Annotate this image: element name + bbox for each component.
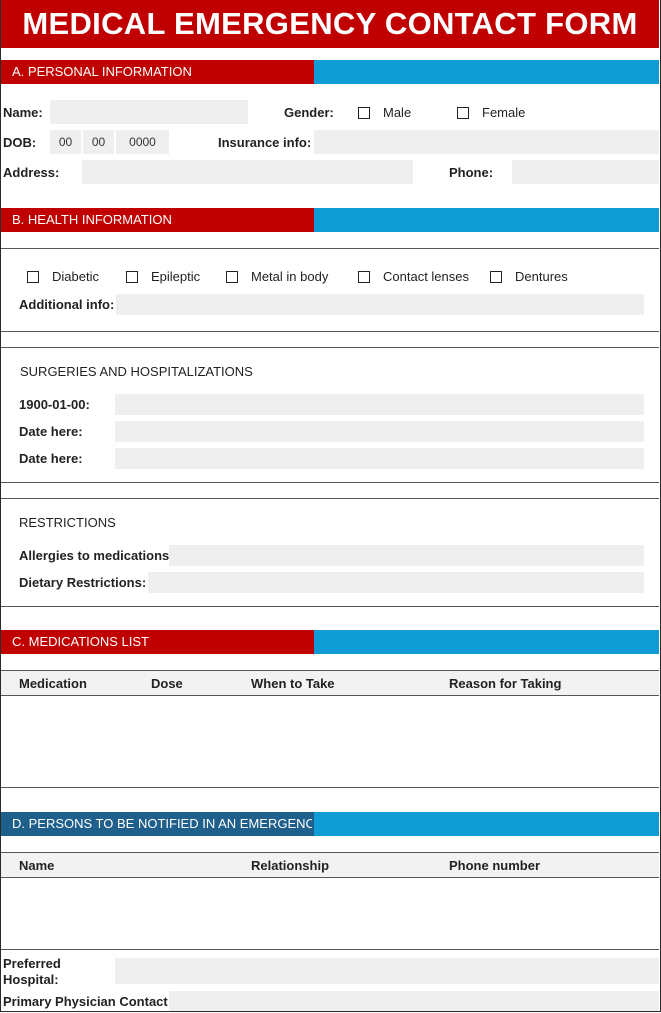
dob-year-value: 0000 (129, 135, 156, 149)
physician-field[interactable] (169, 991, 659, 1011)
section-a-header: A. PERSONAL INFORMATION (1, 60, 314, 84)
divider (1, 248, 659, 249)
section-b-header: B. HEALTH INFORMATION (1, 208, 314, 232)
name-label: Name: (3, 105, 43, 120)
condition-label: Contact lenses (383, 269, 469, 284)
section-c-accent (314, 630, 659, 654)
dietary-field[interactable] (148, 572, 644, 593)
hospital-label: Preferred Hospital: (3, 956, 61, 988)
condition-label: Metal in body (251, 269, 329, 284)
phone-field[interactable] (512, 160, 659, 184)
physician-label: Primary Physician Contact (3, 994, 168, 1009)
surgery-date-label: 1900-01-00: (19, 397, 90, 412)
gender-label: Gender: (284, 105, 334, 120)
male-checkbox[interactable] (358, 107, 370, 119)
section-d-title: D. PERSONS TO BE NOTIFIED IN AN EMERGENC (12, 816, 312, 831)
persons-table-header: Name Relationship Phone number (1, 852, 659, 878)
medications-table-body[interactable] (1, 696, 659, 787)
divider (1, 498, 659, 499)
column-header: Medication (19, 676, 87, 691)
section-a-title: A. PERSONAL INFORMATION (12, 64, 192, 79)
section-d-header: D. PERSONS TO BE NOTIFIED IN AN EMERGENC (1, 812, 314, 836)
dob-label: DOB: (3, 135, 37, 150)
section-c-header: C. MEDICATIONS LIST (1, 630, 314, 654)
additional-info-field[interactable] (116, 294, 644, 315)
address-label: Address: (3, 165, 60, 180)
allergies-label: Allergies to medications (19, 548, 169, 563)
hospital-field[interactable] (115, 958, 659, 984)
section-a-accent (314, 60, 659, 84)
phone-label: Phone: (449, 165, 494, 180)
dob-month-value: 00 (58, 135, 73, 149)
divider (1, 331, 659, 332)
surgery-field[interactable] (115, 421, 644, 442)
dob-day-value: 00 (91, 135, 106, 149)
persons-table-body[interactable] (1, 878, 659, 948)
diabetic-checkbox[interactable] (27, 271, 39, 283)
female-checkbox[interactable] (457, 107, 469, 119)
name-field[interactable] (50, 100, 248, 124)
dentures-checkbox[interactable] (490, 271, 502, 283)
surgery-date-label: Date here: (19, 424, 83, 439)
contact-lenses-checkbox[interactable] (358, 271, 370, 283)
address-field[interactable] (82, 160, 413, 184)
hospital-label-line1: Preferred (3, 956, 61, 971)
metal-in-body-checkbox[interactable] (226, 271, 238, 283)
column-header: Name (19, 858, 55, 873)
insurance-field[interactable] (314, 130, 659, 154)
dob-day-field[interactable]: 00 (83, 130, 114, 154)
form-title: MEDICAL EMERGENCY CONTACT FORM (22, 6, 638, 41)
column-header: Dose (151, 676, 183, 691)
male-label: Male (383, 105, 412, 120)
section-c-title: C. MEDICATIONS LIST (12, 634, 149, 649)
column-header: Reason for Taking (449, 676, 562, 691)
column-header: Phone number (449, 858, 541, 873)
dietary-label: Dietary Restrictions: (19, 575, 147, 590)
restrictions-heading: RESTRICTIONS (19, 515, 116, 530)
divider (1, 347, 659, 348)
dob-month-field[interactable]: 00 (50, 130, 81, 154)
title-bar: MEDICAL EMERGENCY CONTACT FORM (1, 0, 659, 48)
medications-table-header: Medication Dose When to Take Reason for … (1, 670, 659, 696)
epileptic-checkbox[interactable] (126, 271, 138, 283)
section-b-title: B. HEALTH INFORMATION (12, 212, 172, 227)
divider (1, 949, 659, 950)
condition-label: Epileptic (151, 269, 201, 284)
dob-year-field[interactable]: 0000 (116, 130, 169, 154)
condition-label: Diabetic (52, 269, 99, 284)
surgeries-heading: SURGERIES AND HOSPITALIZATIONS (20, 364, 253, 379)
divider (1, 606, 659, 607)
surgery-date-label: Date here: (19, 451, 83, 466)
divider (1, 787, 659, 788)
column-header: Relationship (251, 858, 330, 873)
surgery-field[interactable] (115, 448, 644, 469)
surgery-field[interactable] (115, 394, 644, 415)
divider (1, 482, 659, 483)
section-d-accent (314, 812, 659, 836)
hospital-label-line2: Hospital: (3, 972, 59, 987)
condition-label: Dentures (515, 269, 568, 284)
additional-info-label: Additional info: (19, 297, 115, 312)
column-header: When to Take (251, 676, 335, 691)
allergies-field[interactable] (169, 545, 644, 566)
insurance-label: Insurance info: (218, 135, 312, 150)
female-label: Female (482, 105, 526, 120)
section-b-accent (314, 208, 659, 232)
